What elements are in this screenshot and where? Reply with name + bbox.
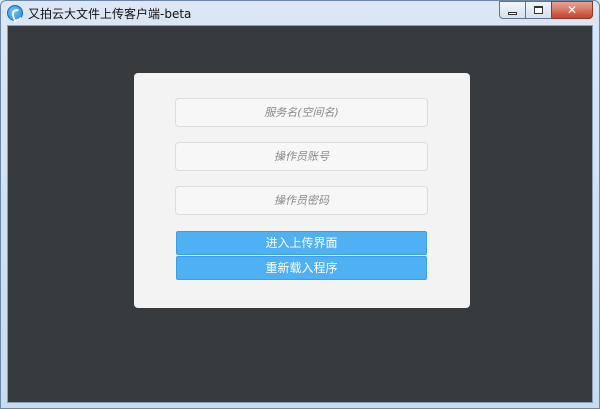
minimize-button[interactable] [499, 1, 526, 19]
app-logo-icon [7, 5, 23, 21]
login-panel: 进入上传界面 重新载入程序 [134, 73, 470, 308]
enter-upload-button[interactable]: 进入上传界面 [176, 231, 427, 255]
app-window: 又拍云大文件上传客户端-beta ✕ 进入上传界面 重新载入程序 [0, 0, 600, 409]
reload-program-button[interactable]: 重新载入程序 [176, 256, 427, 280]
title-bar[interactable]: 又拍云大文件上传客户端-beta ✕ [1, 1, 599, 25]
maximize-icon [534, 6, 543, 14]
minimize-icon [508, 11, 517, 15]
close-button[interactable]: ✕ [551, 1, 593, 19]
window-title: 又拍云大文件上传客户端-beta [28, 7, 192, 21]
close-icon: ✕ [566, 3, 578, 17]
service-name-input[interactable] [175, 98, 428, 127]
client-area: 进入上传界面 重新载入程序 [7, 25, 593, 403]
maximize-button[interactable] [525, 1, 552, 19]
window-controls: ✕ [499, 1, 593, 19]
operator-password-input[interactable] [175, 186, 428, 215]
operator-account-input[interactable] [175, 142, 428, 171]
